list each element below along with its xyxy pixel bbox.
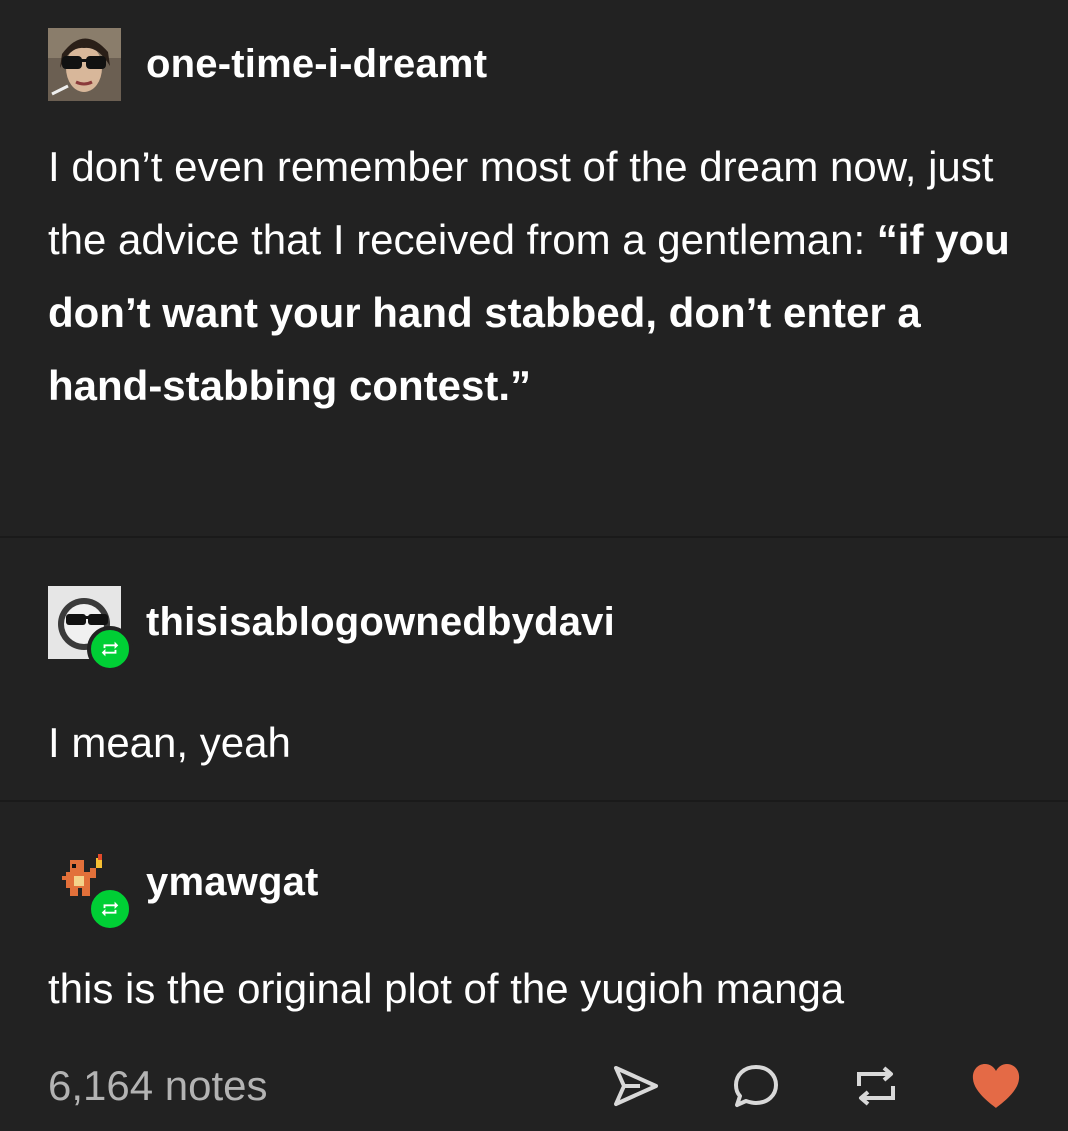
reply-icon <box>734 1065 778 1107</box>
share-button[interactable] <box>608 1058 664 1114</box>
reblog-button[interactable] <box>848 1058 904 1114</box>
reblog-icon <box>101 641 119 657</box>
reblog-header: thisisablogownedbydavi <box>48 586 615 672</box>
reblog-icon <box>101 901 119 917</box>
original-post: one-time-i-dreamt I don’t even remember … <box>0 0 1068 536</box>
reblog-badge <box>87 626 133 672</box>
avatar[interactable] <box>48 846 133 932</box>
share-icon <box>614 1066 658 1106</box>
username[interactable]: one-time-i-dreamt <box>146 42 487 87</box>
post-footer: 6,164 notes <box>0 1050 1068 1122</box>
post: one-time-i-dreamt I don’t even remember … <box>0 0 1068 1109</box>
reblog-entry: thisisablogownedbydavi I mean, yeah <box>0 538 1068 800</box>
notes-count[interactable]: 6,164 notes <box>48 1062 268 1110</box>
reblog-body: I mean, yeah <box>48 719 291 766</box>
reblog-body: this is the original plot of the yugioh … <box>48 965 845 1012</box>
post-body: I don’t even remember most of the dream … <box>48 130 1028 422</box>
post-header: one-time-i-dreamt <box>48 28 487 101</box>
avatar[interactable] <box>48 28 121 101</box>
reblog-entry: ymawgat this is the original plot of the… <box>0 802 1068 1052</box>
username[interactable]: thisisablogownedbydavi <box>146 600 615 645</box>
username[interactable]: ymawgat <box>146 860 319 905</box>
reblog-badge <box>87 886 133 932</box>
like-button[interactable] <box>968 1058 1024 1114</box>
like-icon <box>972 1064 1020 1108</box>
reblog-icon <box>857 1066 895 1106</box>
reply-button[interactable] <box>728 1058 784 1114</box>
avatar[interactable] <box>48 586 133 672</box>
reblog-header: ymawgat <box>48 846 319 932</box>
post-body-plain: I don’t even remember most of the dream … <box>48 143 994 263</box>
